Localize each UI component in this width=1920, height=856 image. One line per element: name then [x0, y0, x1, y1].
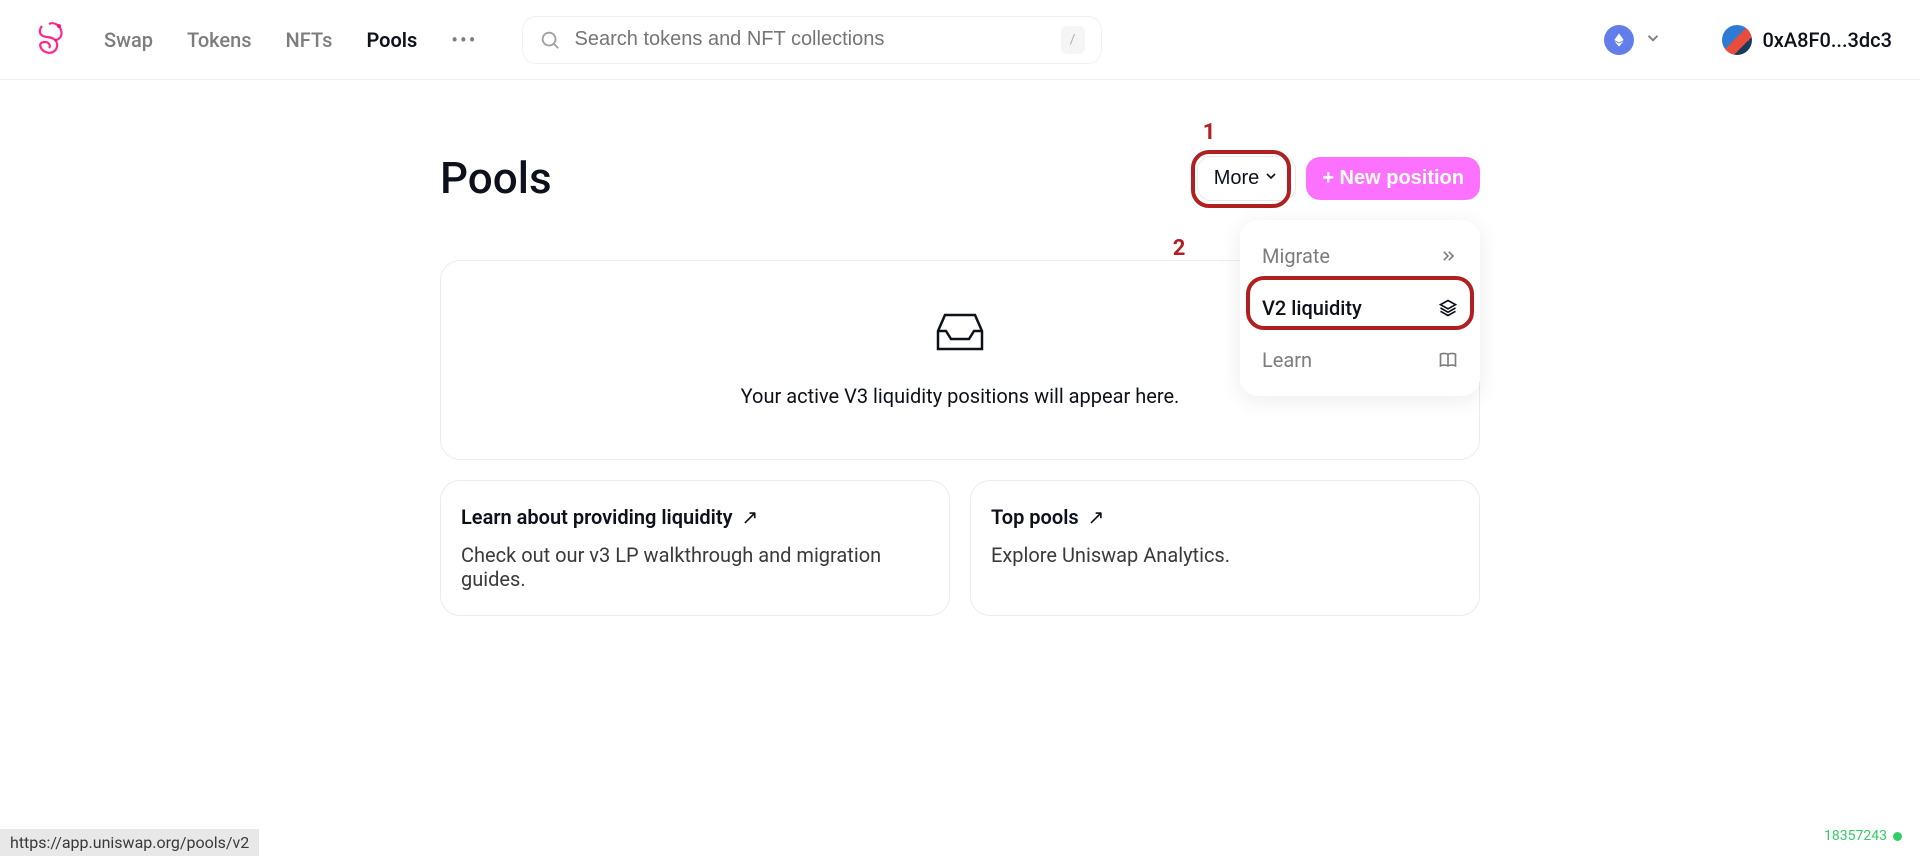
main-content: Pools More + New position 1 Migrate [440, 80, 1480, 616]
network-selector[interactable] [1604, 25, 1662, 55]
external-link-icon: ↗ [742, 505, 759, 529]
search-input[interactable] [575, 28, 1047, 51]
search-icon [539, 29, 561, 51]
dropdown-item-label: V2 liquidity [1262, 296, 1362, 320]
more-button-label: More [1214, 167, 1260, 190]
search-shortcut-key: / [1061, 26, 1085, 54]
more-button[interactable]: More [1197, 156, 1297, 201]
wallet-button[interactable]: 0xA8F0...3dc3 [1722, 25, 1892, 55]
nav-swap[interactable]: Swap [104, 28, 153, 52]
annotation-label-1: 1 [1203, 120, 1216, 145]
inbox-icon [931, 309, 989, 353]
new-position-button[interactable]: + New position [1306, 157, 1480, 200]
search-bar[interactable]: / [522, 16, 1102, 64]
info-cards: Learn about providing liquidity ↗ Check … [440, 480, 1480, 616]
dropdown-item-label: Migrate [1262, 244, 1330, 268]
card-title: Learn about providing liquidity ↗ [461, 505, 929, 529]
chevron-down-icon [1263, 167, 1279, 190]
wallet-address: 0xA8F0...3dc3 [1762, 28, 1892, 52]
dropdown-item-label: Learn [1262, 348, 1312, 372]
learn-liquidity-card[interactable]: Learn about providing liquidity ↗ Check … [440, 480, 950, 616]
card-title: Top pools ↗ [991, 505, 1459, 529]
status-bar-url: https://app.uniswap.org/pools/v2 [0, 829, 259, 856]
wallet-avatar-icon [1722, 25, 1752, 55]
chevron-down-icon [1644, 29, 1662, 51]
card-title-text: Top pools [991, 505, 1079, 529]
main-nav: Swap Tokens NFTs Pools ••• [104, 28, 478, 52]
annotation-label-2: 2 [1173, 236, 1186, 261]
book-icon [1438, 350, 1458, 370]
layers-icon [1438, 298, 1458, 318]
header: Swap Tokens NFTs Pools ••• / [0, 0, 1920, 80]
card-subtitle: Check out our v3 LP walkthrough and migr… [461, 543, 929, 591]
more-dropdown: Migrate V2 liquidity [1240, 220, 1480, 396]
search-container: / [522, 16, 1102, 64]
block-number-indicator[interactable]: 18357243 [1824, 828, 1902, 844]
nav-more-icon[interactable]: ••• [451, 28, 477, 52]
ethereum-icon [1604, 25, 1634, 55]
card-subtitle: Explore Uniswap Analytics. [991, 543, 1459, 567]
card-title-text: Learn about providing liquidity [461, 505, 733, 529]
double-chevron-right-icon [1438, 246, 1458, 266]
header-right: 0xA8F0...3dc3 [1604, 25, 1892, 55]
dropdown-v2-liquidity[interactable]: V2 liquidity [1240, 282, 1480, 334]
page-title: Pools [440, 152, 552, 204]
nav-tokens[interactable]: Tokens [187, 28, 252, 52]
page-actions: More + New position 1 Migrate [1197, 156, 1480, 201]
dropdown-learn[interactable]: Learn [1240, 334, 1480, 386]
nav-nfts[interactable]: NFTs [286, 28, 333, 52]
nav-pools[interactable]: Pools [366, 28, 417, 52]
external-link-icon: ↗ [1088, 505, 1105, 529]
top-pools-card[interactable]: Top pools ↗ Explore Uniswap Analytics. [970, 480, 1480, 616]
dropdown-migrate[interactable]: Migrate [1240, 230, 1480, 282]
page-header: Pools More + New position 1 Migrate [440, 152, 1480, 204]
uniswap-logo[interactable] [28, 19, 70, 61]
